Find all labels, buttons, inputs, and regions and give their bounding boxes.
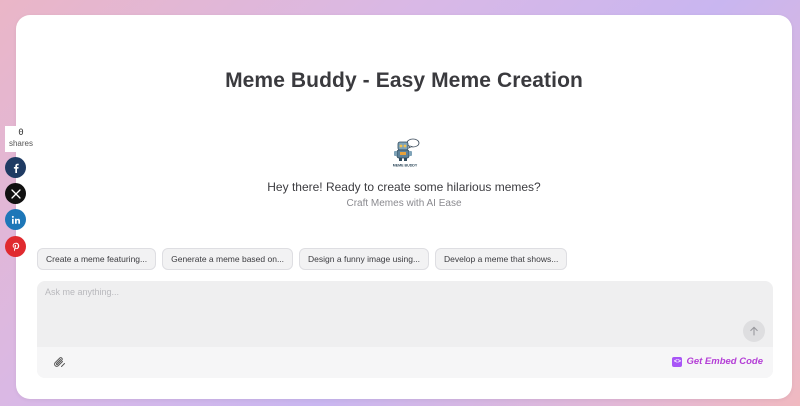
message-input[interactable] (45, 287, 735, 341)
logo-text: MEME BUDDY (393, 164, 418, 168)
suggestion-chip[interactable]: Develop a meme that shows... (435, 248, 568, 270)
facebook-share-button[interactable] (5, 157, 26, 178)
pinterest-icon (12, 242, 19, 251)
arrow-up-icon (750, 326, 758, 336)
facebook-icon (13, 163, 19, 173)
meme-buddy-logo: MEME BUDDY (390, 138, 420, 168)
embed-label: Get Embed Code (686, 356, 763, 367)
message-composer: <> Get Embed Code (37, 281, 773, 378)
x-icon (10, 188, 21, 199)
suggestion-chip[interactable]: Create a meme featuring... (37, 248, 157, 270)
suggestion-chip[interactable]: Design a funny image using... (299, 248, 430, 270)
attach-button[interactable] (51, 354, 67, 370)
share-counter: 0 shares (5, 126, 37, 152)
bot-tagline: Craft Memes with AI Ease (346, 198, 462, 209)
composer-footer: <> Get Embed Code (37, 347, 773, 378)
share-count: 0 (18, 128, 24, 138)
send-button[interactable] (743, 320, 765, 342)
linkedin-share-button[interactable] (5, 209, 26, 230)
paperclip-icon (53, 356, 65, 367)
get-embed-code-button[interactable]: <> Get Embed Code (672, 356, 763, 367)
page-title: Meme Buddy - Easy Meme Creation (225, 69, 583, 92)
linkedin-icon (11, 215, 20, 224)
bot-greeting: Hey there! Ready to create some hilariou… (267, 180, 541, 194)
suggestion-list: Create a meme featuring... Generate a me… (37, 248, 568, 270)
chat-card: Meme Buddy - Easy Meme Creation MEME BUD… (16, 15, 792, 399)
suggestion-chip[interactable]: Generate a meme based on... (162, 248, 294, 270)
code-icon: <> (672, 356, 683, 367)
share-label: shares (8, 139, 33, 148)
x-share-button[interactable] (5, 183, 26, 204)
pinterest-share-button[interactable] (5, 236, 26, 257)
